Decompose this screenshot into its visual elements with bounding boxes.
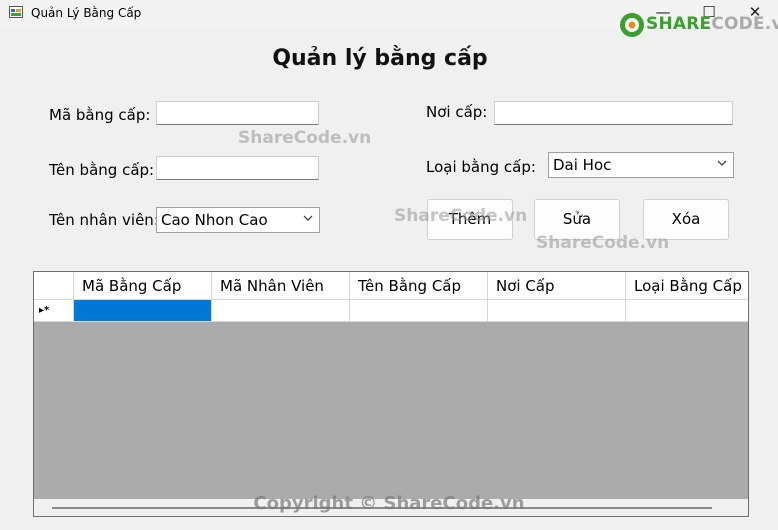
ten-bang-cap-input[interactable] <box>156 156 319 180</box>
column-header[interactable]: Tên Bằng Cấp <box>350 272 488 300</box>
ma-bang-cap-label: Mã bằng cấp: <box>49 106 151 124</box>
app-icon <box>9 6 23 18</box>
ten-nhan-vien-value: Cao Nhon Cao <box>161 211 268 229</box>
page-title: Quản lý bằng cấp <box>272 46 488 71</box>
column-header[interactable]: Loại Bằng Cấp <box>626 272 748 300</box>
column-header[interactable]: Mã Bằng Cấp <box>74 272 212 300</box>
grid-cell[interactable] <box>212 300 350 322</box>
logo-suffix: CODE <box>711 14 765 34</box>
ma-bang-cap-input[interactable] <box>156 101 319 125</box>
sharecode-logo: SHARECODE.vn <box>618 8 778 42</box>
grid-corner-header[interactable] <box>34 272 74 300</box>
chevron-down-icon <box>303 215 313 221</box>
loai-bang-cap-label: Loại bằng cấp: <box>426 158 536 176</box>
grid-cell[interactable] <box>488 300 626 322</box>
chevron-down-icon <box>717 160 727 166</box>
grid-cell[interactable] <box>74 300 212 322</box>
logo-prefix: SHARE <box>646 14 712 34</box>
copyright-watermark: Copyright © ShareCode.vn <box>253 493 525 514</box>
column-header[interactable]: Mã Nhân Viên <box>212 272 350 300</box>
grid-cell[interactable] <box>350 300 488 322</box>
watermark-text: ShareCode.vn <box>394 206 528 226</box>
ten-nhan-vien-select[interactable]: Cao Nhon Cao <box>156 207 320 233</box>
data-grid[interactable]: Mã Bằng Cấp Mã Nhân Viên Tên Bằng Cấp Nơ… <box>33 271 749 517</box>
column-header[interactable]: Nơi Cấp <box>488 272 626 300</box>
loai-bang-cap-select[interactable]: Dai Hoc <box>548 152 734 178</box>
new-row-marker[interactable]: ▸* <box>34 300 74 322</box>
watermark-text: ShareCode.vn <box>238 128 372 148</box>
loai-bang-cap-value: Dai Hoc <box>553 156 612 174</box>
ten-nhan-vien-label: Tên nhân viên: <box>49 211 159 229</box>
noi-cap-label: Nơi cấp: <box>426 103 488 121</box>
watermark-text: ShareCode.vn <box>536 233 670 253</box>
window-title: Quản Lý Bằng Cấp <box>31 6 142 20</box>
sharecode-logo-icon <box>620 13 644 37</box>
ten-bang-cap-label: Tên bằng cấp: <box>49 161 155 179</box>
grid-cell[interactable] <box>626 300 748 322</box>
logo-tld: .vn <box>764 14 778 34</box>
noi-cap-input[interactable] <box>494 101 733 125</box>
